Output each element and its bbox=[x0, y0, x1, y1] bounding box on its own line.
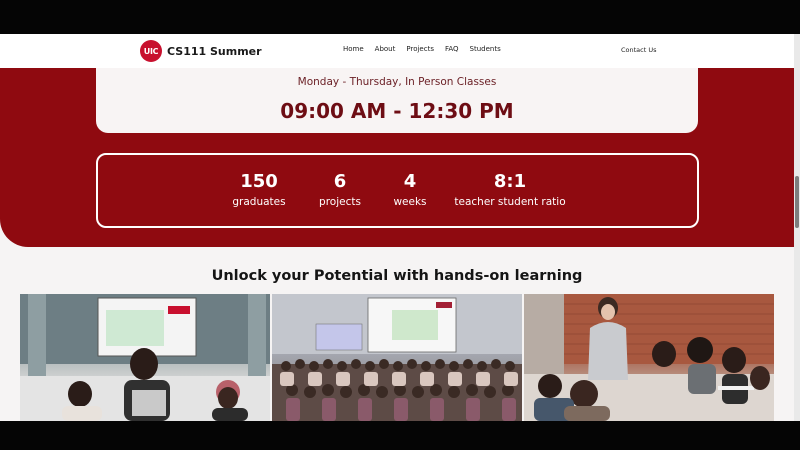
stats-box: 150 graduates 6 projects 4 weeks 8:1 tea… bbox=[96, 153, 699, 228]
contact-us-link[interactable]: Contact Us bbox=[621, 46, 657, 54]
schedule-days: Monday - Thursday, In Person Classes bbox=[297, 76, 497, 88]
nav-link-faq[interactable]: FAQ bbox=[445, 45, 459, 53]
brand-title: CS111 Summer bbox=[167, 44, 262, 58]
stat-ratio: 8:1 teacher student ratio bbox=[444, 171, 576, 209]
lecture-illustration bbox=[524, 294, 774, 421]
stat-weeks: 4 weeks bbox=[380, 171, 440, 209]
gallery-photo-group bbox=[272, 294, 522, 421]
group-photo-illustration bbox=[272, 294, 522, 421]
schedule-card: Monday - Thursday, In Person Classes 09:… bbox=[96, 68, 698, 133]
stat-graduates: 150 graduates bbox=[219, 171, 299, 209]
nav-links: Home About Projects FAQ Students bbox=[343, 45, 512, 53]
stat-label: projects bbox=[319, 196, 361, 208]
stat-label: graduates bbox=[232, 196, 286, 208]
nav-link-home[interactable]: Home bbox=[343, 45, 364, 53]
video-letterbox-bottom bbox=[0, 421, 800, 450]
gallery-photo-lecture bbox=[524, 294, 774, 421]
brand[interactable]: UIC CS111 Summer bbox=[140, 40, 262, 62]
nav-link-projects[interactable]: Projects bbox=[406, 45, 434, 53]
uic-logo: UIC bbox=[140, 40, 162, 62]
stat-label: teacher student ratio bbox=[454, 196, 566, 208]
stat-value: 8:1 bbox=[493, 171, 527, 192]
nav-link-students[interactable]: Students bbox=[470, 45, 501, 53]
video-letterbox-top bbox=[0, 0, 800, 34]
page-scrollbar[interactable] bbox=[794, 34, 800, 421]
section-heading: Unlock your Potential with hands-on lear… bbox=[211, 268, 583, 284]
hero-section: Monday - Thursday, In Person Classes 09:… bbox=[0, 68, 794, 247]
stat-projects: 6 projects bbox=[310, 171, 370, 209]
stat-value: 6 bbox=[333, 171, 347, 192]
stat-value: 4 bbox=[403, 171, 417, 192]
nav-link-about[interactable]: About bbox=[375, 45, 396, 53]
stat-label: weeks bbox=[393, 196, 427, 208]
stat-value: 150 bbox=[240, 171, 278, 192]
classroom-illustration bbox=[20, 294, 270, 421]
schedule-time: 09:00 AM - 12:30 PM bbox=[280, 99, 514, 123]
top-navbar: UIC CS111 Summer Home About Projects FAQ… bbox=[0, 34, 794, 68]
photo-gallery bbox=[20, 294, 774, 421]
gallery-photo-classroom bbox=[20, 294, 270, 421]
page-viewport: UIC CS111 Summer Home About Projects FAQ… bbox=[0, 34, 800, 421]
scrollbar-thumb[interactable] bbox=[795, 176, 799, 228]
